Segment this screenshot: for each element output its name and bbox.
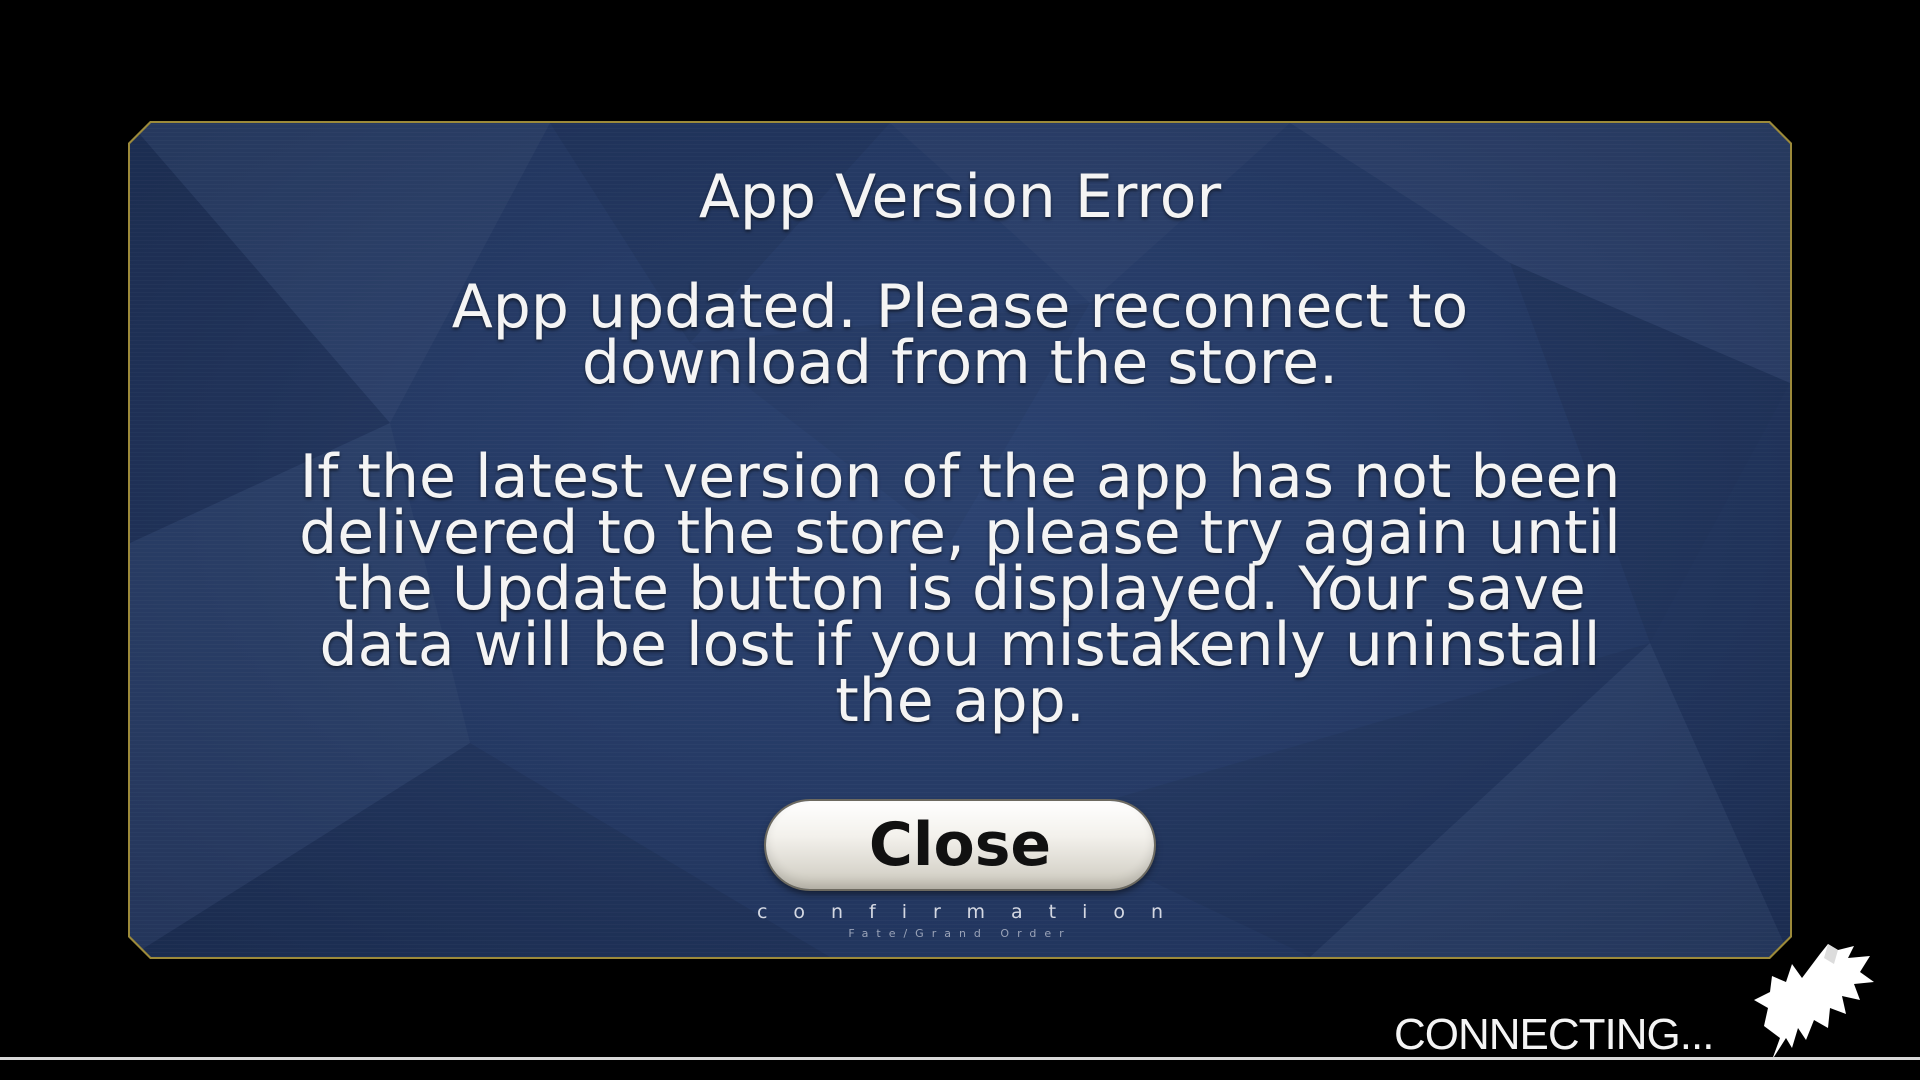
confirmation-caption: confirmation	[756, 901, 1190, 923]
dialog-message-warning: If the latest version of the app has not…	[299, 442, 1621, 736]
dialog-title: App Version Error	[698, 162, 1222, 232]
game-screen: App Version Error App updated. Please re…	[0, 0, 1920, 1080]
dialog-panel: App Version Error App updated. Please re…	[130, 123, 1790, 957]
connecting-status: CONNECTING...	[1394, 1010, 1714, 1059]
fou-mascot-icon	[1754, 944, 1874, 1060]
dialog-message-update: App updated. Please reconnect to downloa…	[451, 272, 1469, 398]
bottom-divider	[0, 1057, 1920, 1060]
close-button[interactable]: Close	[766, 801, 1154, 889]
brand-caption: Fate/Grand Order	[848, 927, 1072, 940]
error-dialog: App Version Error App updated. Please re…	[128, 121, 1792, 959]
close-button-label: Close	[868, 810, 1052, 880]
